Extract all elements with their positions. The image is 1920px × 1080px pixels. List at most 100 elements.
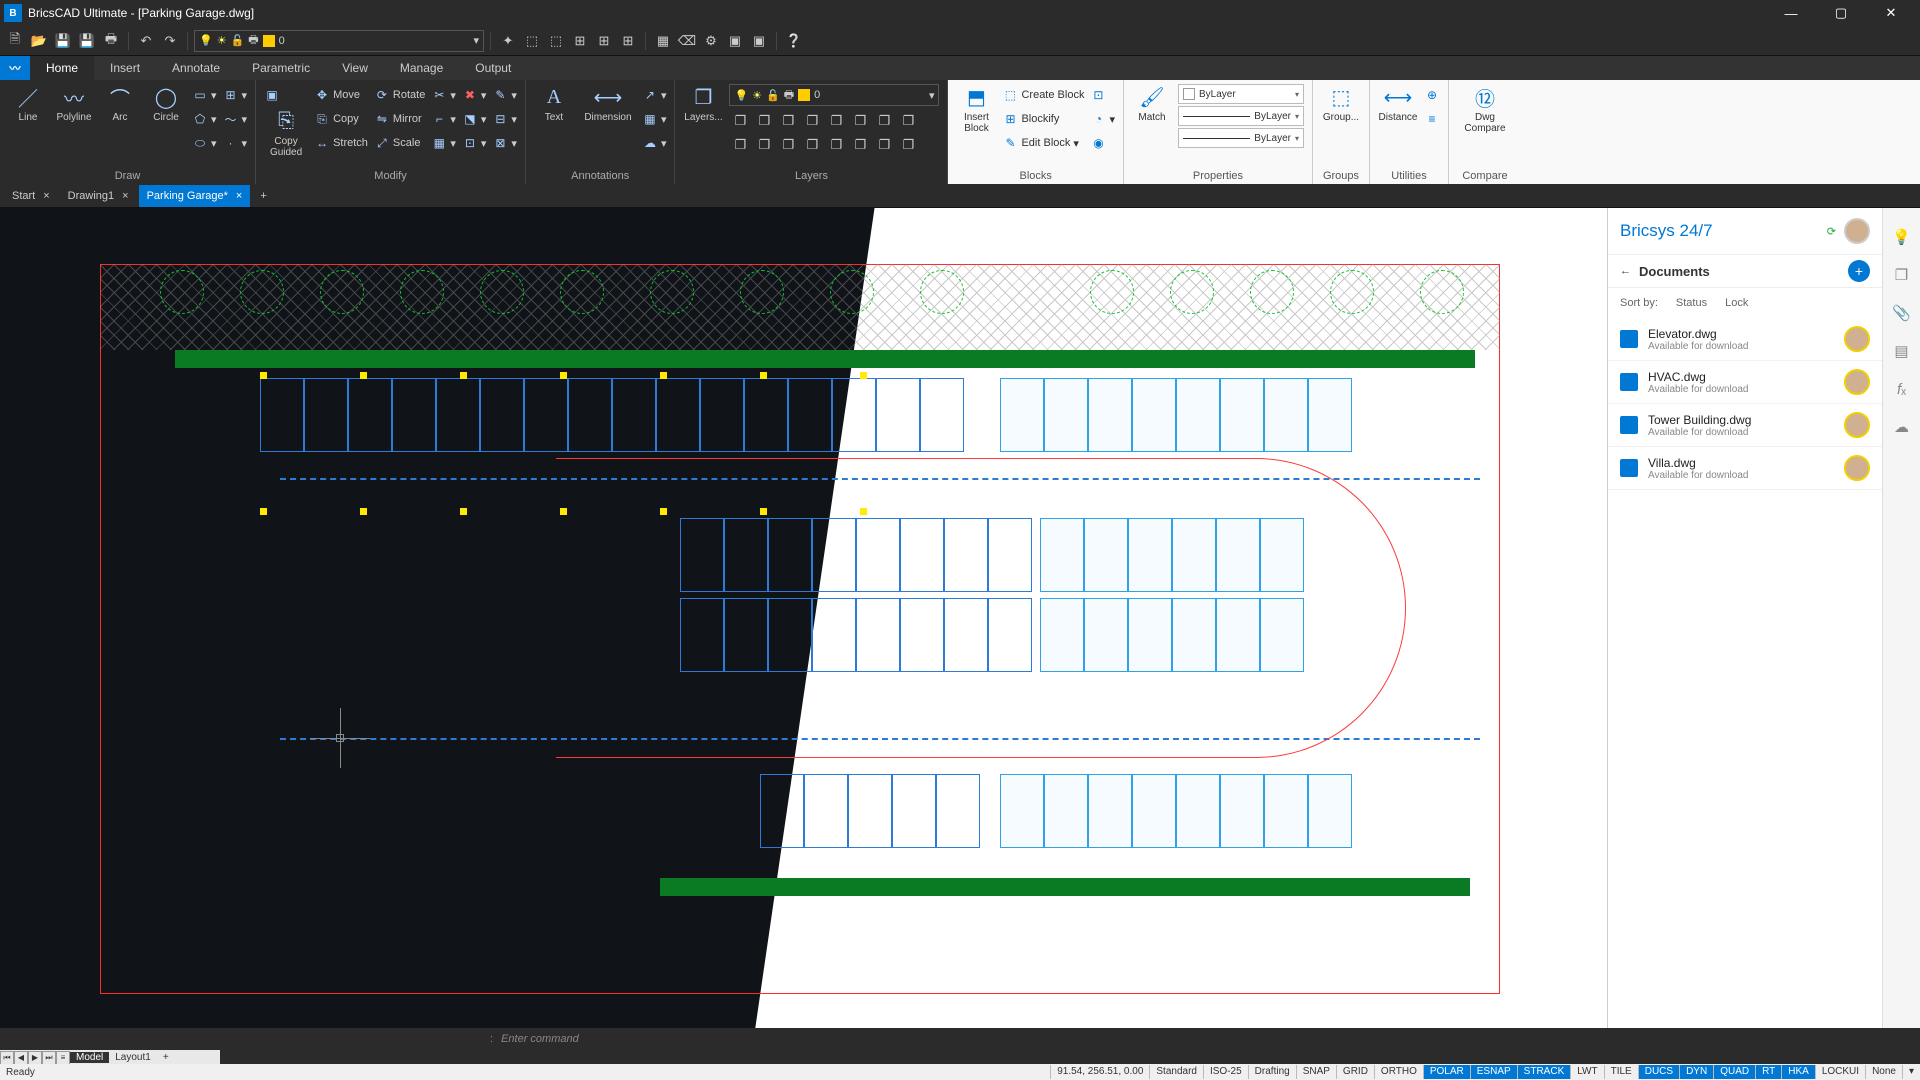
blockify-button[interactable]: ⊞Blockify: [1002, 108, 1084, 130]
tab-manage[interactable]: Manage: [384, 56, 459, 80]
status-toggle-rt[interactable]: RT: [1755, 1065, 1781, 1079]
add-layout-button[interactable]: +: [157, 1052, 175, 1063]
layer-tool-icon[interactable]: ❐: [849, 134, 871, 156]
redo-icon[interactable]: ↷: [159, 30, 181, 52]
layout-next-button[interactable]: ▶: [28, 1051, 42, 1065]
modify-tool-button[interactable]: ▦▾: [431, 132, 456, 154]
stretch-button[interactable]: ↔Stretch: [314, 132, 368, 154]
close-button[interactable]: ✕: [1874, 3, 1908, 23]
insert-block-button[interactable]: ⬒Insert Block: [956, 84, 996, 134]
modify-tool-button[interactable]: ⊡▾: [462, 132, 487, 154]
layout-first-button[interactable]: ⏮: [0, 1051, 14, 1065]
minimize-button[interactable]: —: [1774, 3, 1808, 23]
status-drafting[interactable]: Drafting: [1248, 1065, 1296, 1079]
layer-tool-icon[interactable]: ❐: [849, 110, 871, 132]
rotate-button[interactable]: ⟳Rotate: [374, 84, 425, 106]
layer-tool-icon[interactable]: ❐: [897, 134, 919, 156]
document-item[interactable]: HVAC.dwgAvailable for download: [1608, 361, 1882, 404]
move-button[interactable]: ✥Move: [314, 84, 368, 106]
status-toggle-none[interactable]: None: [1865, 1065, 1902, 1079]
layer-tool-icon[interactable]: ❐: [873, 110, 895, 132]
function-icon[interactable]: fₓ: [1891, 378, 1913, 400]
layer-tool-icon[interactable]: ❐: [825, 110, 847, 132]
status-menu-button[interactable]: ▾: [1902, 1065, 1920, 1079]
doc-tab-start[interactable]: Start×: [4, 185, 58, 207]
distance-button[interactable]: ⟷Distance: [1378, 84, 1418, 123]
sheets-icon[interactable]: ▤: [1891, 340, 1913, 362]
mirror-button[interactable]: ⇋Mirror: [374, 108, 425, 130]
lineweight-selector[interactable]: ByLayer▾: [1178, 106, 1304, 126]
layer-tool-icon[interactable]: ❐: [897, 110, 919, 132]
layer-tool-icon[interactable]: ❐: [777, 134, 799, 156]
layer-tool-icon[interactable]: ❐: [777, 110, 799, 132]
layer-tool-icon[interactable]: ❐: [753, 110, 775, 132]
modify-tool-button[interactable]: ⊠▾: [492, 132, 517, 154]
status-toggle-lwt[interactable]: LWT: [1570, 1065, 1603, 1079]
layer-tool-icon[interactable]: ❐: [801, 110, 823, 132]
modify-tool-button[interactable]: ⌐▾: [431, 108, 456, 130]
tab-insert[interactable]: Insert: [94, 56, 156, 80]
status-toggle-snap[interactable]: SNAP: [1296, 1065, 1336, 1079]
tab-home[interactable]: Home: [30, 56, 94, 80]
utility-tool-button[interactable]: ≡: [1424, 108, 1440, 130]
layout-prev-button[interactable]: ◀: [14, 1051, 28, 1065]
layer-tool-icon[interactable]: ❐: [801, 134, 823, 156]
qat-tool-icon[interactable]: ⊞: [569, 30, 591, 52]
layers-icon[interactable]: ❐: [1891, 264, 1913, 286]
qat-tool-icon[interactable]: ✦: [497, 30, 519, 52]
layout-last-button[interactable]: ⏭: [42, 1051, 56, 1065]
dimension-button[interactable]: ⟷Dimension: [580, 84, 636, 123]
save-icon[interactable]: 💾: [52, 30, 74, 52]
lightbulb-icon[interactable]: 💡: [1891, 226, 1913, 248]
add-button[interactable]: +: [1848, 260, 1870, 282]
ribbon-layer-selector[interactable]: 💡☀🔓🖶 0▾: [729, 84, 939, 106]
tab-view[interactable]: View: [326, 56, 384, 80]
annotation-tool-button[interactable]: ▦▾: [642, 108, 667, 130]
draw-tool-button[interactable]: ⬠▾: [192, 108, 217, 130]
group-button[interactable]: ⬚Group...: [1321, 84, 1361, 123]
text-button[interactable]: AText: [534, 84, 574, 123]
modify-tool-button[interactable]: ⬔▾: [462, 108, 487, 130]
copy-guided-button[interactable]: ⎘Copy Guided: [264, 108, 308, 158]
polyline-button[interactable]: 〰Polyline: [54, 84, 94, 123]
qat-tool-icon[interactable]: ⊞: [617, 30, 639, 52]
status-iso[interactable]: ISO-25: [1203, 1065, 1248, 1079]
print-icon[interactable]: 🖶: [100, 30, 122, 52]
back-icon[interactable]: ←: [1620, 265, 1631, 277]
annotation-tool-button[interactable]: ↗▾: [642, 84, 667, 106]
close-icon[interactable]: ×: [122, 190, 128, 202]
draw-tool-button[interactable]: ▭▾: [192, 84, 217, 106]
modify-tool-button[interactable]: ✎▾: [492, 84, 517, 106]
qat-tool-icon[interactable]: ▦: [652, 30, 674, 52]
sort-status-button[interactable]: Status: [1676, 297, 1707, 309]
color-selector[interactable]: ByLayer▾: [1178, 84, 1304, 104]
close-icon[interactable]: ×: [236, 190, 242, 202]
undo-icon[interactable]: ↶: [135, 30, 157, 52]
modify-tool-button[interactable]: ▣: [264, 84, 308, 106]
document-item[interactable]: Elevator.dwgAvailable for download: [1608, 318, 1882, 361]
qat-tool-icon[interactable]: ⬚: [521, 30, 543, 52]
utility-tool-button[interactable]: ⊕: [1424, 84, 1440, 106]
status-toggle-dyn[interactable]: DYN: [1679, 1065, 1713, 1079]
tab-parametric[interactable]: Parametric: [236, 56, 326, 80]
arc-button[interactable]: ⌒Arc: [100, 84, 140, 123]
layer-tool-icon[interactable]: ❐: [753, 134, 775, 156]
avatar[interactable]: [1844, 218, 1870, 244]
draw-tool-button[interactable]: ～▾: [223, 108, 248, 130]
create-block-button[interactable]: ⬚Create Block: [1002, 84, 1084, 106]
scale-button[interactable]: ⤢Scale: [374, 132, 425, 154]
status-coords[interactable]: 91.54, 256.51, 0.00: [1050, 1065, 1149, 1079]
sort-lock-button[interactable]: Lock: [1725, 297, 1748, 309]
block-tool-button[interactable]: ⊡: [1090, 84, 1115, 106]
block-tool-button[interactable]: ◔▾: [1090, 108, 1115, 130]
status-toggle-lockui[interactable]: LOCKUI: [1815, 1065, 1865, 1079]
status-toggle-tile[interactable]: TILE: [1604, 1065, 1638, 1079]
app-menu-button[interactable]: 〰: [0, 56, 30, 80]
new-icon[interactable]: 🗎: [4, 30, 26, 52]
edit-block-button[interactable]: ✎Edit Block▾: [1002, 132, 1084, 154]
status-toggle-hka[interactable]: HKA: [1781, 1065, 1815, 1079]
status-toggle-esnap[interactable]: ESNAP: [1470, 1065, 1517, 1079]
status-toggle-ducs[interactable]: DUCS: [1638, 1065, 1679, 1079]
erase-button[interactable]: ✖▾: [462, 84, 487, 106]
command-line[interactable]: : Enter command: [0, 1028, 1590, 1050]
